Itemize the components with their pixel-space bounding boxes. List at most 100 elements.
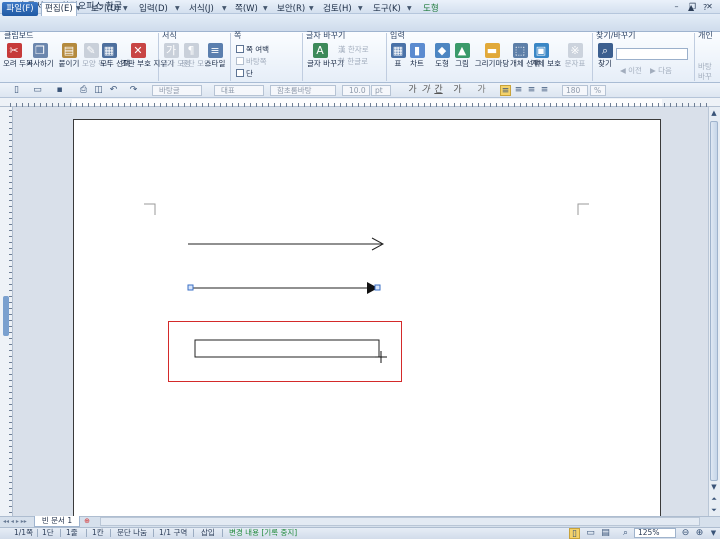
table-button[interactable]: ▦ 표 (389, 43, 407, 81)
font-size-input[interactable]: 10.0 (342, 85, 370, 96)
add-tab-icon[interactable]: ⊕ (82, 517, 92, 526)
shape-icon: ◆ (434, 43, 450, 58)
find-button[interactable]: ⌕ 찾기 (595, 43, 615, 81)
status-mode[interactable]: 삽입 (201, 528, 215, 538)
chevron-down-icon[interactable]: ▼ (708, 528, 719, 539)
object-select-button[interactable]: ⬚ 개체 선택 (510, 43, 540, 81)
redo-icon[interactable]: ↷ (128, 85, 139, 96)
scroll-down-icon[interactable]: ▼ (709, 482, 719, 492)
ribbon-collapse-icon[interactable]: ▲ (688, 3, 694, 12)
strike-button[interactable]: 가 (452, 85, 463, 96)
find-prev-button[interactable]: ◀ 이전 (620, 66, 642, 76)
shape-button[interactable]: ◆ 도형 (432, 43, 452, 81)
menu-page[interactable]: 쪽(W) (232, 2, 261, 16)
ribbon-divider (386, 33, 387, 81)
undo-icon[interactable]: ↶ (108, 85, 119, 96)
cut-button[interactable]: ✂ 오려 두기 (3, 43, 33, 81)
spacing-unit[interactable]: % (590, 85, 606, 96)
print-icon[interactable]: ⎙ (78, 85, 89, 96)
align-justify-icon[interactable]: ≡ (500, 85, 511, 96)
help-icon[interactable]: ? (703, 3, 707, 12)
horizontal-scrollbar[interactable] (100, 517, 700, 526)
align-center-icon[interactable]: ≡ (539, 85, 550, 96)
zoom-icon[interactable]: ⌕ (620, 528, 631, 539)
to-hanja-button[interactable]: 漢 한자로 (338, 45, 369, 55)
open-icon[interactable]: ▭ (32, 85, 43, 96)
find-input[interactable] (616, 48, 688, 60)
format-painter-button[interactable]: ✎ 모양 복사 (82, 43, 112, 81)
find-next-button[interactable]: ▶ 다음 (650, 66, 672, 76)
align-left-icon[interactable]: ≡ (513, 85, 524, 96)
selection-handle[interactable] (187, 284, 194, 291)
style-select[interactable]: 바탕글 (152, 85, 202, 96)
menu-security[interactable]: 보안(R) (274, 2, 308, 16)
zoom-level[interactable]: 125% (634, 528, 676, 538)
preview-icon[interactable]: ◫ (93, 85, 104, 96)
scroll-up-icon[interactable]: ▲ (709, 108, 719, 118)
page-up-icon[interactable]: ⏶ (709, 494, 719, 504)
line-spacing-input[interactable]: 180 (562, 85, 588, 96)
personal-button[interactable]: 바탕 바꾸 (698, 62, 720, 82)
clear-codes-button[interactable]: ✕ 조판 부호 지우기 (121, 43, 174, 81)
menu-edit[interactable]: 편집(E) (41, 2, 77, 16)
text-color-icon[interactable]: 가 (476, 85, 487, 96)
chevron-down-icon[interactable]: ▼ (76, 5, 81, 12)
chevron-down-icon[interactable]: ▼ (123, 5, 128, 12)
font-select[interactable]: 함초롬바탕 (270, 85, 336, 96)
zoom-out-icon[interactable]: ⊖ (680, 528, 691, 539)
symbol-button[interactable]: ※ 문자표 (562, 43, 588, 81)
align-right-icon[interactable]: ≡ (526, 85, 537, 96)
arrow-line-filled[interactable] (187, 282, 381, 294)
splitter-handle[interactable] (3, 296, 9, 336)
italic-button[interactable]: 가 (420, 85, 431, 96)
draft-view-icon[interactable]: ▭ (585, 528, 596, 539)
arrow-line-open[interactable] (188, 237, 385, 251)
drawing-gallery-button[interactable]: ▬ 그리기마당 (474, 43, 510, 81)
bold-button[interactable]: 가 (407, 85, 418, 96)
font-kind-select[interactable]: 대표 (214, 85, 264, 96)
chevron-down-icon[interactable]: ▼ (407, 5, 412, 12)
unit-select[interactable]: pt (371, 85, 391, 96)
to-hangul-button[interactable]: 한 한글로 (338, 57, 368, 67)
outline-view-icon[interactable]: ▤ (600, 528, 611, 539)
paste-button[interactable]: ▤ 붙이기 (57, 43, 81, 81)
menu-format[interactable]: 서식(J) (186, 2, 217, 16)
copy-button[interactable]: ❐ 복사하기 (26, 43, 54, 81)
minimize-icon[interactable]: – (670, 2, 683, 12)
menu-insert[interactable]: 입력(D) (136, 2, 171, 16)
chevron-down-icon[interactable]: ▼ (175, 5, 180, 12)
picture-button[interactable]: ▲ 그림 (452, 43, 472, 81)
menu-tools[interactable]: 도구(K) (370, 2, 404, 16)
menu-review[interactable]: 검토(H) (320, 2, 355, 16)
selection-handle[interactable] (374, 284, 381, 291)
select-all-button[interactable]: ▦ 모두 선택 (100, 43, 130, 81)
char-change-button[interactable]: A 글자 바꾸기 (307, 43, 344, 81)
page-down-icon[interactable]: ⏷ (709, 505, 719, 515)
chevron-down-icon[interactable]: ▼ (222, 5, 227, 12)
object-protect-button[interactable]: ▣ 개체 보호 (531, 43, 561, 81)
master-page-icon (236, 57, 244, 65)
chevron-down-icon[interactable]: ▼ (263, 5, 268, 12)
tab-nav-arrows[interactable]: ◂◂ ◂ ▸ ▸▸ (3, 517, 27, 526)
save-icon[interactable]: ▪ (54, 85, 65, 96)
columns-icon (236, 69, 244, 77)
master-page-button[interactable]: 바탕쪽 (236, 57, 267, 67)
style-button[interactable]: ≡ 스타일 (202, 43, 228, 81)
scroll-thumb[interactable] (710, 121, 718, 481)
chevron-down-icon[interactable]: ▼ (358, 5, 363, 12)
page-margin-button[interactable]: 쪽 여백 (236, 45, 269, 55)
menu-shape[interactable]: 도형 (420, 2, 442, 16)
underline-button[interactable]: 간 (433, 85, 444, 96)
columns-button[interactable]: 단 (236, 69, 253, 79)
menu-file[interactable]: 파일(F) (2, 2, 38, 16)
status-track-changes[interactable]: 변경 내용 [기록 중지] (229, 528, 297, 538)
new-doc-icon[interactable]: ▯ (11, 85, 22, 96)
char-shape-button[interactable]: 가 글자 모양 (161, 43, 191, 81)
page-view-icon[interactable]: ▯ (569, 528, 580, 539)
tab-document[interactable]: 빈 문서 1 (34, 516, 80, 527)
para-shape-button[interactable]: ¶ 문단 모양 (181, 43, 211, 81)
menu-view[interactable]: 보기(U) (88, 2, 123, 16)
chart-button[interactable]: ▮ 차트 (408, 43, 426, 81)
zoom-in-icon[interactable]: ⊕ (694, 528, 705, 539)
chevron-down-icon[interactable]: ▼ (309, 5, 314, 12)
